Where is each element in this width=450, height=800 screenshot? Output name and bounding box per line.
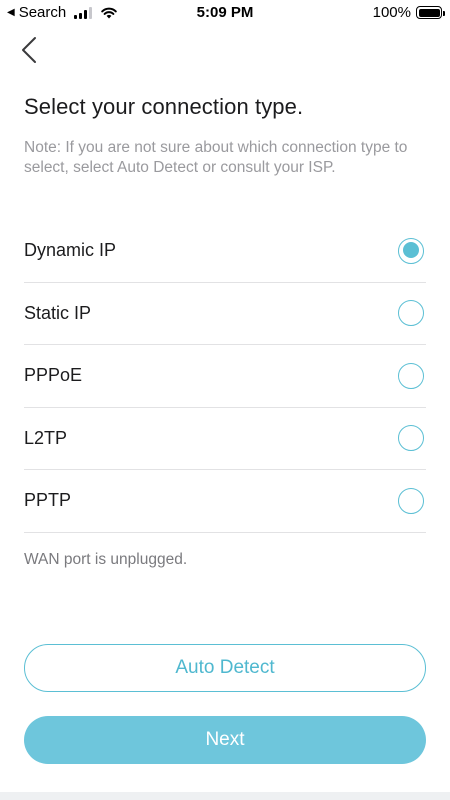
- option-label: Static IP: [24, 302, 92, 323]
- option-dynamic-ip[interactable]: Dynamic IP: [24, 220, 426, 283]
- option-pppoe[interactable]: PPPoE: [24, 345, 426, 408]
- radio-button[interactable]: [398, 300, 424, 327]
- connection-type-screen: ◀ Search 5:09 PM 100% Select your connec…: [0, 0, 450, 800]
- radio-button[interactable]: [398, 487, 424, 514]
- option-label: L2TP: [24, 427, 68, 448]
- radio-button[interactable]: [398, 237, 424, 264]
- radio-button[interactable]: [398, 425, 424, 452]
- page-title: Select your connection type.: [24, 94, 304, 119]
- back-button[interactable]: [18, 36, 42, 64]
- bottom-strip: [0, 792, 450, 800]
- battery-percent: 100%: [372, 4, 411, 21]
- radio-button[interactable]: [398, 362, 424, 389]
- battery-fill: [418, 8, 440, 17]
- status-bar: ◀ Search 5:09 PM 100%: [0, 0, 450, 26]
- option-label: Dynamic IP: [24, 240, 117, 261]
- chevron-left-icon: [22, 37, 36, 63]
- battery-icon: [416, 6, 445, 19]
- status-bar-right: 100%: [372, 4, 445, 21]
- option-l2tp[interactable]: L2TP: [24, 408, 426, 470]
- option-static-ip[interactable]: Static IP: [24, 283, 426, 345]
- wan-status-message: WAN port is unplugged.: [24, 551, 188, 568]
- next-button[interactable]: Next: [24, 716, 426, 764]
- option-label: PPPoE: [24, 365, 83, 386]
- option-label: PPTP: [24, 490, 72, 511]
- option-pptp[interactable]: PPTP: [24, 470, 426, 533]
- connection-type-list: Dynamic IP Static IP PPPoE L2TP PPTP: [24, 220, 426, 533]
- connection-note: Note: If you are not sure about which co…: [24, 139, 408, 176]
- auto-detect-button[interactable]: Auto Detect: [24, 644, 426, 692]
